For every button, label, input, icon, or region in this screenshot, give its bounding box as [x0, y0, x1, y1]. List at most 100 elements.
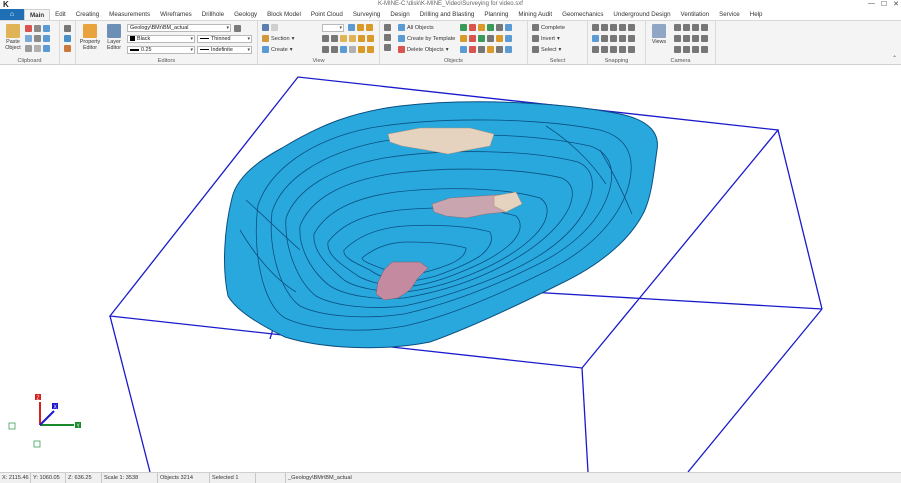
copy-icon[interactable] — [25, 35, 32, 42]
camera-reset-icon[interactable] — [683, 46, 690, 53]
snap-grid-icon[interactable] — [619, 35, 626, 42]
camera-zoom-icon[interactable] — [683, 35, 690, 42]
cut-icon[interactable] — [25, 25, 32, 32]
paste-icon[interactable] — [25, 45, 32, 52]
blank-view-icon[interactable] — [271, 24, 278, 31]
snap-off-icon[interactable] — [628, 46, 635, 53]
tab-main[interactable]: Main — [24, 9, 51, 20]
tab-block-model[interactable]: Block Model — [262, 9, 306, 20]
tab-design[interactable]: Design — [385, 9, 414, 20]
status-scale[interactable]: Scale 1: 3538 — [102, 473, 158, 483]
redo-icon[interactable] — [34, 25, 41, 32]
spline-icon[interactable] — [469, 46, 476, 53]
snap-intersection-icon[interactable] — [592, 35, 599, 42]
scale-icon[interactable] — [34, 45, 41, 52]
arc-icon[interactable] — [469, 35, 476, 42]
views-button[interactable]: Views — [648, 24, 670, 45]
tab-planning[interactable]: Planning — [479, 9, 513, 20]
camera-save-icon[interactable] — [692, 46, 699, 53]
lineweight-select[interactable]: 0.25 ▾ — [127, 46, 195, 54]
camera-pan-icon[interactable] — [674, 35, 681, 42]
layer-select[interactable]: Geology\BMr\BM_actual ▾ — [127, 24, 231, 32]
snap-node-icon[interactable] — [610, 24, 617, 31]
delete-objects-button[interactable]: Delete Objects ▾ — [398, 46, 449, 53]
render-icon[interactable] — [349, 46, 356, 53]
tab-help[interactable]: Help — [745, 9, 768, 20]
layers-icon[interactable] — [357, 24, 364, 31]
view-preset-select[interactable]: ▾ — [322, 24, 344, 32]
snap-center-icon[interactable] — [619, 24, 626, 31]
block-icon[interactable] — [478, 46, 485, 53]
snap-ortho-icon[interactable] — [619, 46, 626, 53]
create-view-button[interactable]: Create ▾ — [262, 46, 293, 53]
filter-icon[interactable] — [384, 34, 391, 41]
color-select[interactable]: Black ▾ — [127, 35, 195, 43]
camera-load-icon[interactable] — [701, 46, 708, 53]
layer-editor-button[interactable]: Layer Editor — [103, 24, 125, 51]
stretch-icon[interactable] — [64, 35, 71, 42]
select-button[interactable]: Select ▾ — [532, 46, 561, 53]
snap-axis-icon[interactable] — [610, 46, 617, 53]
all-objects-button[interactable]: All Objects — [398, 24, 434, 31]
rotate-view-icon[interactable] — [331, 46, 338, 53]
snap-perpendicular-icon[interactable] — [601, 35, 608, 42]
text-icon[interactable] — [478, 24, 485, 31]
tree-icon[interactable] — [384, 44, 391, 51]
close-button[interactable]: ✕ — [893, 0, 899, 8]
tab-service[interactable]: Service — [714, 9, 745, 20]
camera-orbit-icon[interactable] — [692, 35, 699, 42]
tab-point-cloud[interactable]: Point Cloud — [306, 9, 348, 20]
zoom-window-icon[interactable] — [322, 35, 329, 42]
polyline-icon[interactable] — [469, 24, 476, 31]
zoom-in-icon[interactable] — [348, 24, 355, 31]
camera-fly-icon[interactable] — [701, 35, 708, 42]
frame-icon[interactable] — [349, 35, 356, 42]
layer-lock-icon[interactable] — [234, 25, 241, 32]
snap-midpoint-icon[interactable] — [601, 24, 608, 31]
snap-edge-icon[interactable] — [592, 46, 599, 53]
move-icon[interactable] — [34, 35, 41, 42]
ribbon-collapse-icon[interactable]: ⌃ — [892, 55, 897, 62]
select-complete-button[interactable]: Complete — [532, 24, 565, 31]
tab-drilling-and-blasting[interactable]: Drilling and Blasting — [415, 9, 480, 20]
camera-top-icon[interactable] — [674, 24, 681, 31]
tab-geology[interactable]: Geology — [229, 9, 262, 20]
list-icon[interactable] — [384, 24, 391, 31]
snap-tangent-icon[interactable] — [610, 35, 617, 42]
3d-viewport[interactable]: Z X Y — [0, 66, 901, 472]
grid-icon[interactable] — [340, 35, 347, 42]
tab-mining-audit[interactable]: Mining Audit — [513, 9, 557, 20]
orbit-icon[interactable] — [322, 46, 329, 53]
maximize-button[interactable]: ☐ — [881, 0, 887, 8]
group-icon[interactable] — [496, 46, 503, 53]
folder-icon[interactable] — [366, 24, 373, 31]
tab-surveying[interactable]: Surveying — [348, 9, 386, 20]
erase-icon[interactable] — [64, 45, 71, 52]
layer-delete-icon[interactable] — [367, 46, 374, 53]
mirror-icon[interactable] — [43, 35, 50, 42]
surface-icon[interactable] — [487, 24, 494, 31]
tab-wireframes[interactable]: Wireframes — [155, 9, 197, 20]
home-icon[interactable]: ⌂ — [0, 9, 24, 20]
tab-drillhole[interactable]: Drillhole — [197, 9, 229, 20]
tab-geomechanics[interactable]: Geomechanics — [557, 9, 608, 20]
attribute-icon[interactable] — [487, 46, 494, 53]
linestyle-select[interactable]: Thinned ▾ — [197, 35, 252, 43]
snap-nearest-icon[interactable] — [628, 24, 635, 31]
symbol-icon[interactable] — [460, 35, 467, 42]
pan-icon[interactable] — [64, 25, 71, 32]
select-invert-button[interactable]: Invert ▾ — [532, 35, 560, 42]
table-icon[interactable] — [487, 35, 494, 42]
array-icon[interactable] — [43, 45, 50, 52]
cursor-icon[interactable] — [262, 24, 269, 31]
image-icon[interactable] — [505, 35, 512, 42]
camera-front-icon[interactable] — [683, 24, 690, 31]
layer-on-icon[interactable] — [358, 35, 365, 42]
solid-icon[interactable] — [460, 46, 467, 53]
rotate-icon[interactable] — [43, 25, 50, 32]
snap-face-icon[interactable] — [601, 46, 608, 53]
tab-creating[interactable]: Creating — [71, 9, 104, 20]
snap-vertex-icon[interactable] — [628, 35, 635, 42]
snap-endpoint-icon[interactable] — [592, 24, 599, 31]
light-icon[interactable] — [340, 46, 347, 53]
